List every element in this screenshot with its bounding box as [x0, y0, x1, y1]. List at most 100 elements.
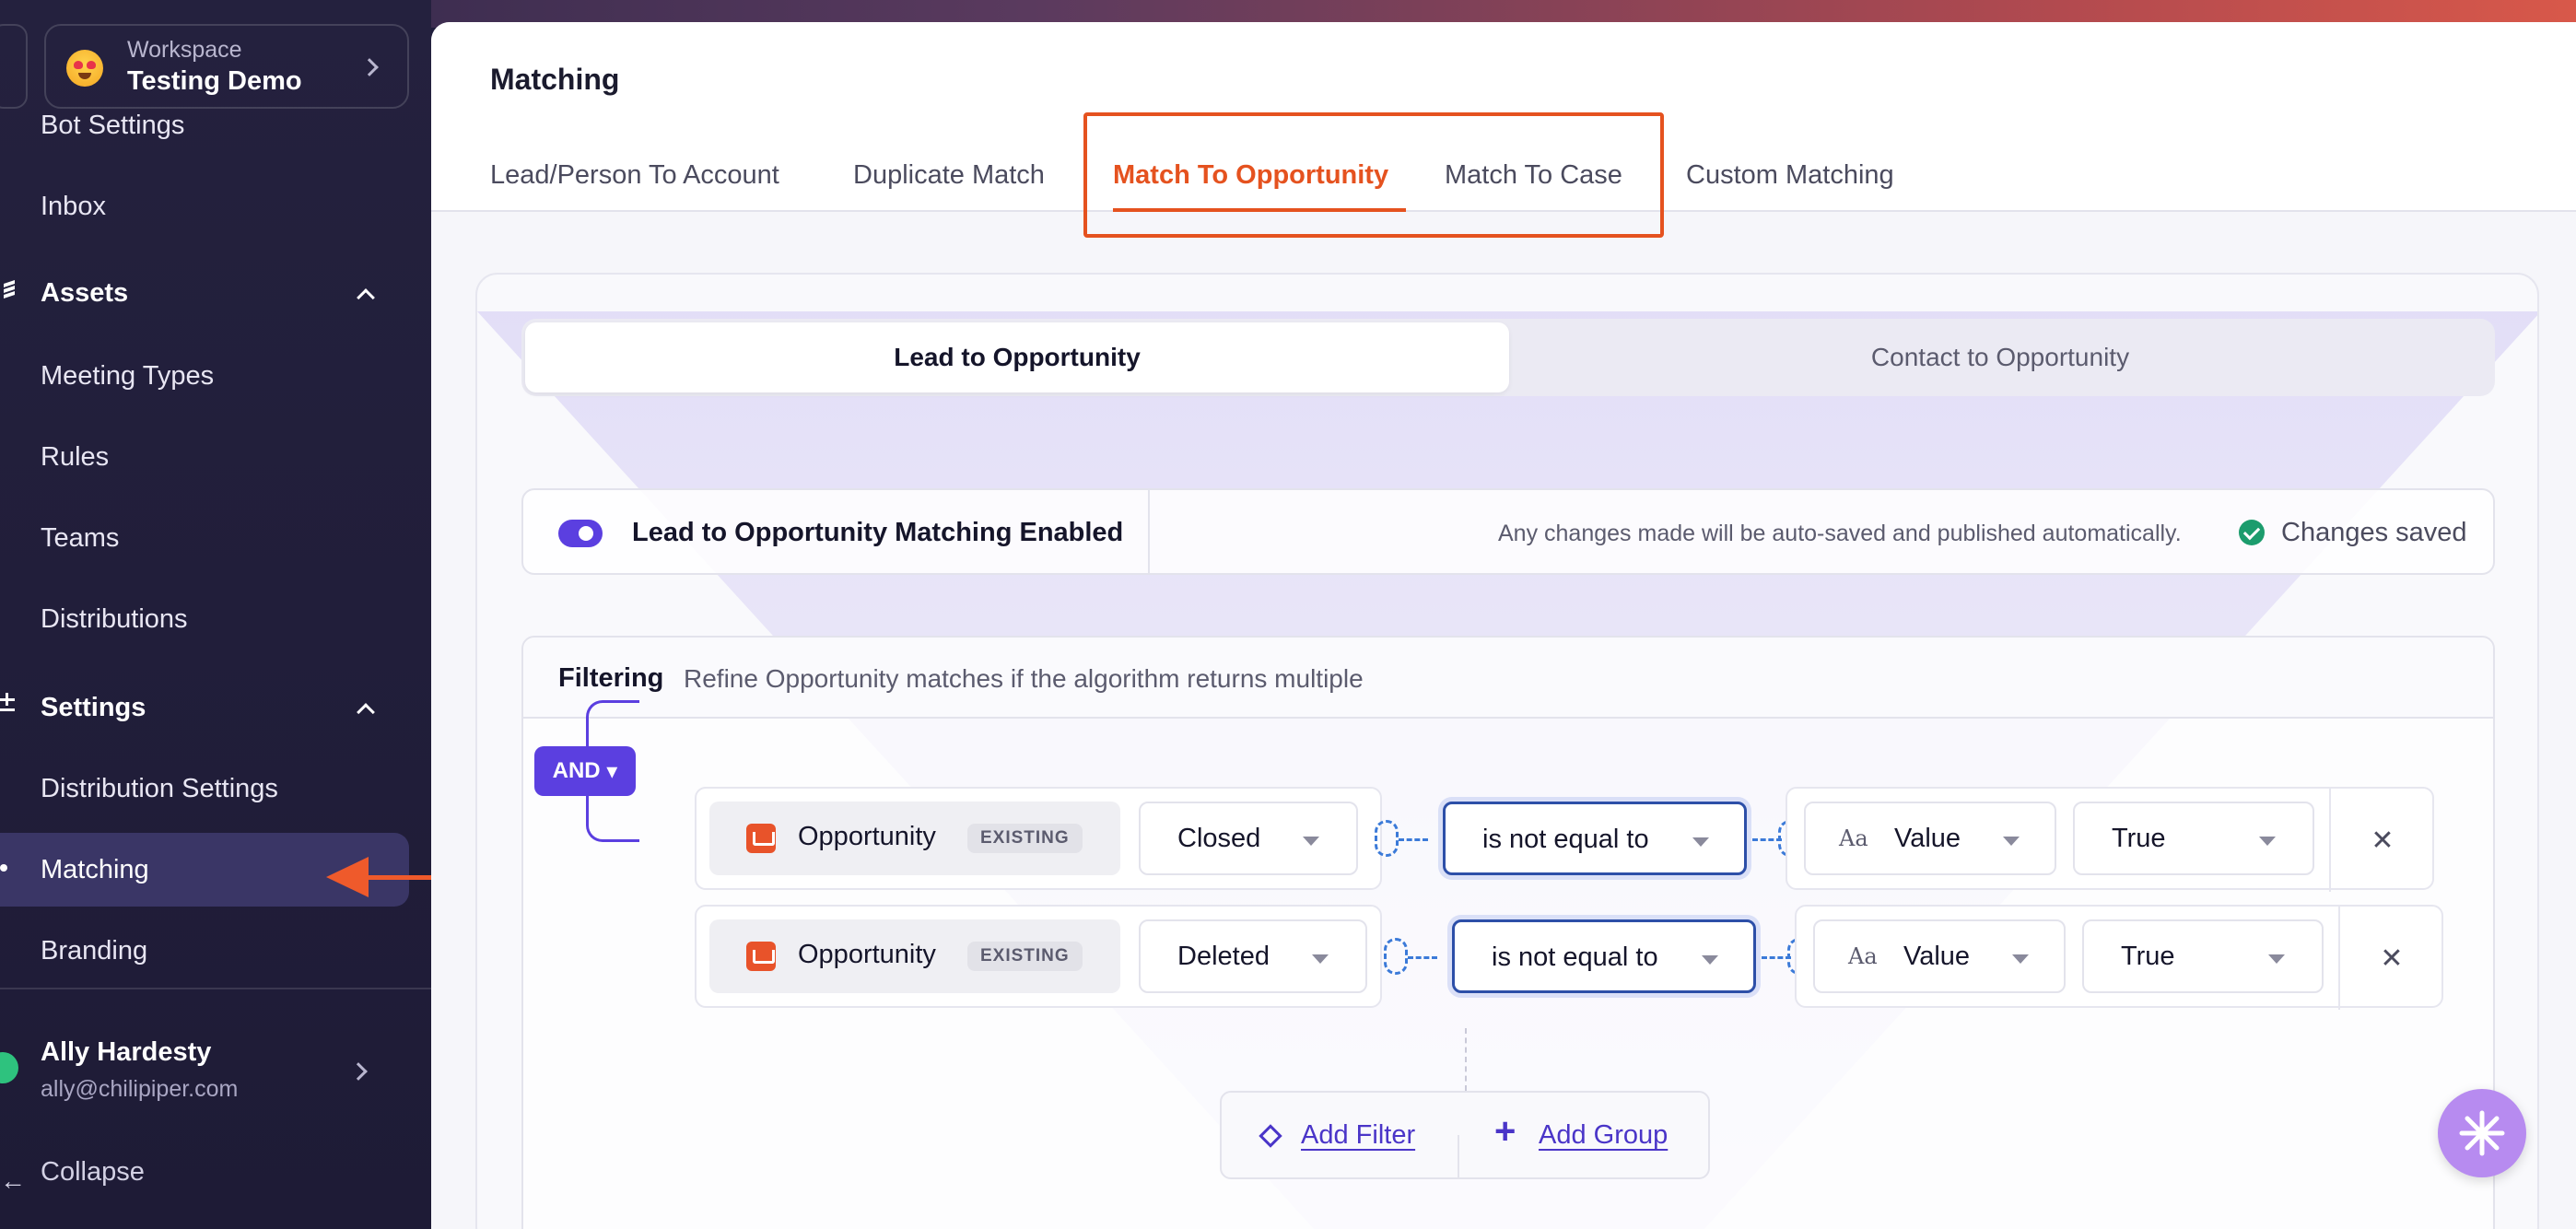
- enable-toggle[interactable]: [558, 520, 603, 547]
- object-label: Opportunity: [798, 940, 936, 969]
- autosave-note: Any changes made will be auto-saved and …: [1498, 521, 2182, 546]
- value-type-label: Value: [1903, 942, 1971, 971]
- sparkle-icon: [2459, 1110, 2505, 1156]
- sidebar-item-distributions[interactable]: Distributions: [41, 604, 188, 635]
- changes-saved-status: Changes saved: [2281, 518, 2467, 547]
- condition-select[interactable]: is not equal to: [1443, 802, 1747, 875]
- divider: [1458, 1135, 1459, 1179]
- segmented-control: Lead to Opportunity Contact to Opportuni…: [521, 319, 2495, 396]
- enable-label: Lead to Opportunity Matching Enabled: [632, 518, 1124, 547]
- filtering-header: Filtering Refine Opportunity matches if …: [523, 638, 2493, 719]
- tab-duplicate-match[interactable]: Duplicate Match: [853, 160, 1045, 191]
- tab-lead-person-to-account[interactable]: Lead/Person To Account: [490, 160, 779, 191]
- annotation-arrow-head: [326, 857, 369, 897]
- annotation-highlight-box: [1083, 112, 1664, 238]
- chevron-right-icon: [360, 58, 379, 76]
- opportunity-crown-icon: [746, 824, 776, 853]
- sidebar-item-distribution-settings[interactable]: Distribution Settings: [41, 774, 278, 804]
- connector: [1384, 938, 1408, 975]
- opportunity-crown-icon: [746, 942, 776, 971]
- filtering-subtitle: Refine Opportunity matches if the algori…: [684, 664, 1364, 693]
- object-chip[interactable]: Opportunity EXISTING: [709, 802, 1120, 875]
- workspace-label: Workspace: [127, 37, 242, 63]
- segment-contact-to-opportunity[interactable]: Contact to Opportunity: [1509, 322, 2491, 392]
- value-select-value: True: [2121, 942, 2175, 971]
- group-bracket-top: [586, 700, 639, 746]
- sidebar: Workspace Testing Demo Bot Settings Inbo…: [0, 0, 431, 1229]
- caret-down-icon: [2268, 954, 2285, 964]
- sidebar-edge-button[interactable]: [0, 24, 28, 109]
- plus-icon: +: [1494, 1111, 1516, 1152]
- and-operator-dropdown[interactable]: AND ▾: [534, 746, 636, 796]
- tab-custom-matching[interactable]: Custom Matching: [1686, 160, 1894, 191]
- sliders-icon: [0, 693, 15, 711]
- sidebar-item-inbox[interactable]: Inbox: [41, 192, 106, 222]
- field-select-value: Closed: [1177, 824, 1261, 853]
- collapse-button[interactable]: Collapse: [41, 1157, 145, 1188]
- condition-select-value: is not equal to: [1492, 942, 1658, 972]
- and-label: AND: [552, 758, 601, 783]
- user-email: ally@chilipiper.com: [41, 1076, 239, 1102]
- main-panel: Matching Lead/Person To Account Duplicat…: [431, 22, 2576, 1229]
- filtering-title: Filtering: [558, 663, 664, 693]
- filter-diamond-icon: [1259, 1124, 1282, 1148]
- divider: [1148, 490, 1150, 573]
- assistant-fab-button[interactable]: [2438, 1089, 2526, 1177]
- caret-down-icon: [2003, 837, 2020, 846]
- caret-down-icon: [1702, 955, 1718, 965]
- add-filter-button[interactable]: Add Filter: [1301, 1120, 1415, 1151]
- connector: [1399, 838, 1428, 841]
- value-select[interactable]: True: [2073, 802, 2314, 875]
- caret-down-icon: [1312, 954, 1329, 964]
- condition-select[interactable]: is not equal to: [1452, 919, 1756, 993]
- header: Matching Lead/Person To Account Duplicat…: [431, 22, 2576, 238]
- connector: [1375, 820, 1399, 857]
- field-select[interactable]: Closed: [1139, 802, 1358, 875]
- existing-badge: EXISTING: [967, 824, 1083, 853]
- workspace-switcher[interactable]: Workspace Testing Demo: [44, 24, 409, 109]
- sidebar-item-meeting-types[interactable]: Meeting Types: [41, 361, 214, 392]
- page-title: Matching: [490, 63, 620, 96]
- group-bracket-bottom: [586, 796, 639, 842]
- caret-down-icon: [1692, 837, 1709, 847]
- sidebar-item-matching[interactable]: Matching: [41, 855, 149, 885]
- content-card: Lead to Opportunity Contact to Opportuni…: [475, 273, 2539, 1229]
- add-group-button[interactable]: Add Group: [1539, 1120, 1668, 1151]
- object-chip[interactable]: Opportunity EXISTING: [709, 919, 1120, 993]
- value-type-select[interactable]: Aa Value: [1804, 802, 2056, 875]
- text-type-icon: Aa: [1839, 825, 1868, 851]
- condition-select-value: is not equal to: [1482, 825, 1649, 854]
- chevron-up-icon[interactable]: [357, 703, 375, 721]
- sidebar-item-bot-settings[interactable]: Bot Settings: [41, 111, 184, 141]
- object-label: Opportunity: [798, 822, 936, 851]
- connector-line: [1465, 1028, 1467, 1091]
- value-type-select[interactable]: Aa Value: [1813, 919, 2066, 993]
- value-select-value: True: [2112, 824, 2166, 853]
- sidebar-section-settings[interactable]: Settings: [41, 693, 146, 723]
- user-name[interactable]: Ally Hardesty: [41, 1037, 211, 1068]
- field-select-value: Deleted: [1177, 942, 1270, 971]
- field-select[interactable]: Deleted: [1139, 919, 1367, 993]
- sidebar-item-rules[interactable]: Rules: [41, 442, 109, 473]
- value-select[interactable]: True: [2082, 919, 2324, 993]
- avatar: [0, 1052, 18, 1083]
- matching-enable-bar: Lead to Opportunity Matching Enabled Any…: [521, 488, 2495, 575]
- sidebar-section-assets[interactable]: Assets: [41, 278, 128, 309]
- caret-down-icon: [1303, 837, 1319, 846]
- workspace-name: Testing Demo: [127, 66, 302, 96]
- connector: [1408, 956, 1437, 959]
- chevron-up-icon[interactable]: [357, 288, 375, 307]
- caret-down-icon: [2012, 954, 2029, 964]
- chevron-right-icon[interactable]: [349, 1062, 368, 1081]
- remove-filter-button[interactable]: ✕: [2329, 789, 2434, 892]
- sidebar-item-branding[interactable]: Branding: [41, 936, 147, 966]
- caret-down-icon: [2259, 837, 2276, 846]
- sidebar-divider: [0, 988, 431, 989]
- layers-icon: [4, 280, 15, 298]
- workspace-emoji-icon: [66, 50, 103, 87]
- remove-filter-button[interactable]: ✕: [2338, 907, 2443, 1010]
- check-circle-icon: [2239, 520, 2265, 545]
- segment-lead-to-opportunity[interactable]: Lead to Opportunity: [525, 322, 1509, 392]
- text-type-icon: Aa: [1848, 943, 1878, 969]
- sidebar-item-teams[interactable]: Teams: [41, 523, 119, 554]
